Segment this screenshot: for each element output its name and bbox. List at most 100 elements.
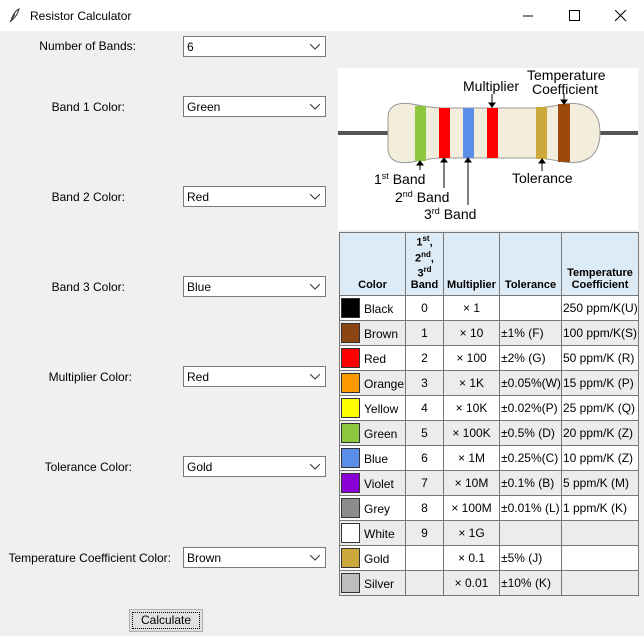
chevron-down-icon xyxy=(310,555,320,561)
color-cell: Gold xyxy=(339,545,406,571)
multiplier-label: Multiplier Color: xyxy=(48,370,132,384)
temp-coefficient-select[interactable]: Brown xyxy=(183,547,326,568)
header-color: Color xyxy=(339,232,406,296)
tolerance-cell: ±0.1% (B) xyxy=(499,470,562,496)
color-swatch xyxy=(341,498,360,518)
multiplier-cell: × 10 xyxy=(443,320,500,346)
tolerance-cell: ±10% (K) xyxy=(499,570,562,596)
multiplier-cell: × 10M xyxy=(443,470,500,496)
bands-count-value: 6 xyxy=(187,40,194,54)
band2-label: Band 2 Color: xyxy=(51,190,125,204)
header-tolerance: Tolerance xyxy=(499,232,562,296)
band2-select[interactable]: Red xyxy=(183,186,326,207)
color-name: Gold xyxy=(364,552,390,566)
temp-coefficient-cell xyxy=(561,545,639,571)
band-digit-cell: 9 xyxy=(405,520,444,546)
close-button[interactable] xyxy=(598,0,644,31)
tolerance-cell: ±1% (F) xyxy=(499,320,562,346)
table-row: Silver × 0.01 ±10% (K) xyxy=(339,570,639,596)
tolerance-select[interactable]: Gold xyxy=(183,456,326,477)
band-digit-cell: 7 xyxy=(405,470,444,496)
tolerance-cell: ±0.25%(C) xyxy=(499,445,562,471)
multiplier-cell: × 1G xyxy=(443,520,500,546)
band-digit-cell: 0 xyxy=(405,295,444,321)
feather-icon xyxy=(9,8,20,22)
chevron-down-icon xyxy=(310,44,320,50)
tolerance-cell: ±0.05%(W) xyxy=(499,370,562,396)
table-row: Yellow 4 × 10K ±0.02%(P) 25 ppm/K (Q) xyxy=(339,395,639,421)
resistor-lead-left xyxy=(338,131,390,135)
color-swatch xyxy=(341,348,360,368)
color-name: Brown xyxy=(364,327,399,341)
multiplier-callout: Multiplier xyxy=(463,78,519,94)
multiplier-value: Red xyxy=(187,370,210,384)
temp-coefficient-cell: 10 ppm/K (Z) xyxy=(561,445,639,471)
temp-coefficient-label: Temperature Coefficient Color: xyxy=(8,551,171,565)
temp-callout-line2: Coefficient xyxy=(532,81,598,97)
multiplier-select[interactable]: Red xyxy=(183,366,326,387)
color-cell: Silver xyxy=(339,570,406,596)
multiplier-cell: × 0.1 xyxy=(443,545,500,571)
band3-select[interactable]: Blue xyxy=(183,276,326,297)
color-cell: Green xyxy=(339,420,406,446)
temp-coefficient-stripe xyxy=(558,104,570,162)
band-digit-cell: 4 xyxy=(405,395,444,421)
table-row: Grey 8 × 100M ±0.01% (L) 1 ppm/K (K) xyxy=(339,495,639,521)
chevron-down-icon xyxy=(310,104,320,110)
temp-coefficient-cell: 1 ppm/K (K) xyxy=(561,495,639,521)
band-digit-cell: 2 xyxy=(405,345,444,371)
band1-select[interactable]: Green xyxy=(183,96,326,117)
multiplier-cell: × 100K xyxy=(443,420,500,446)
band2-value: Red xyxy=(187,190,210,204)
chevron-down-icon xyxy=(310,374,320,380)
band3-stripe xyxy=(463,108,474,158)
title-bar: Resistor Calculator xyxy=(0,0,644,31)
multiplier-cell: × 1K xyxy=(443,370,500,396)
multiplier-cell: × 10K xyxy=(443,395,500,421)
temp-coefficient-cell: 50 ppm/K (R) xyxy=(561,345,639,371)
color-name: Black xyxy=(364,302,394,316)
maximize-icon xyxy=(569,10,580,21)
multiplier-cell: × 1M xyxy=(443,445,500,471)
band-digit-cell: 5 xyxy=(405,420,444,446)
bands-count-label: Number of Bands: xyxy=(39,39,136,53)
tolerance-label: Tolerance Color: xyxy=(44,460,132,474)
multiplier-stripe xyxy=(487,108,498,158)
table-row: Violet 7 × 10M ±0.1% (B) 5 ppm/K (M) xyxy=(339,470,639,496)
color-swatch xyxy=(341,373,360,393)
color-cell: Grey xyxy=(339,495,406,521)
table-row: White 9 × 1G xyxy=(339,520,639,546)
color-name: Grey xyxy=(364,502,391,516)
temp-coefficient-cell xyxy=(561,520,639,546)
color-swatch xyxy=(341,473,360,493)
color-name: Green xyxy=(364,427,398,441)
minimize-icon xyxy=(523,15,533,17)
color-cell: Yellow xyxy=(339,395,406,421)
calculate-button[interactable]: Calculate xyxy=(129,609,203,632)
temp-coefficient-cell: 5 ppm/K (M) xyxy=(561,470,639,496)
band-digit-cell: 8 xyxy=(405,495,444,521)
maximize-button[interactable] xyxy=(552,0,598,31)
window-title: Resistor Calculator xyxy=(30,9,132,23)
resistor-diagram: Multiplier Temperature Coefficient 1st B… xyxy=(338,67,638,230)
band1-callout: 1st Band xyxy=(374,171,425,187)
color-swatch xyxy=(341,398,360,418)
color-cell: White xyxy=(339,520,406,546)
band1-value: Green xyxy=(187,100,221,114)
table-row: Red 2 × 100 ±2% (G) 50 ppm/K (R) xyxy=(339,345,639,371)
tolerance-cell: ±0.01% (L) xyxy=(499,495,562,521)
minimize-button[interactable] xyxy=(506,0,552,31)
color-cell: Black xyxy=(339,295,406,321)
table-row: Gold × 0.1 ±5% (J) xyxy=(339,545,639,571)
tolerance-cell: ±5% (J) xyxy=(499,545,562,571)
bands-count-select[interactable]: 6 xyxy=(183,36,326,57)
color-swatch xyxy=(341,323,360,343)
band2-callout: 2nd Band xyxy=(395,189,449,205)
band2-stripe xyxy=(439,108,450,158)
table-row: Orange 3 × 1K ±0.05%(W) 15 ppm/K (P) xyxy=(339,370,639,396)
color-swatch xyxy=(341,448,360,468)
band-digit-cell xyxy=(405,570,444,596)
chevron-down-icon xyxy=(310,284,320,290)
multiplier-cell: × 100M xyxy=(443,495,500,521)
color-cell: Orange xyxy=(339,370,406,396)
